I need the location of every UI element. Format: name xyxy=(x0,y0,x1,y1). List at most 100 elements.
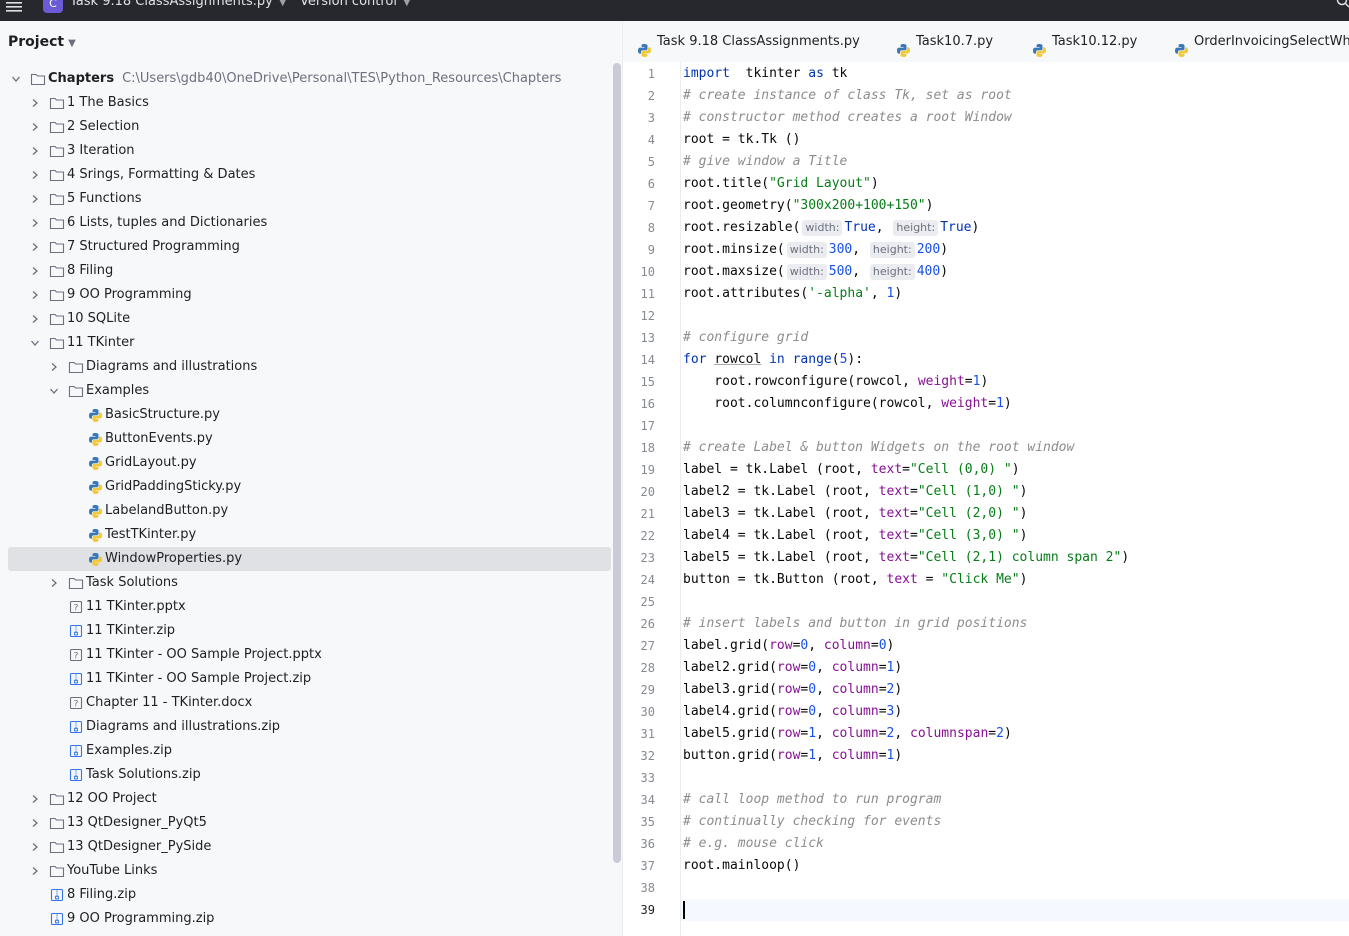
tree-scrollbar[interactable] xyxy=(613,63,621,863)
tree-item-folder[interactable]: 11 TKinter xyxy=(0,331,604,355)
code-line[interactable]: label3.grid(row=0, column=2) xyxy=(683,679,902,701)
tree-item-zip[interactable]: 11 TKinter.zip xyxy=(0,619,604,643)
project-switcher[interactable]: Task 9.18 ClassAssignments.py ▼ xyxy=(70,0,287,9)
tree-item-label: 10 SQLite xyxy=(67,307,130,331)
code-line[interactable]: root.geometry("300x200+100+150") xyxy=(683,195,933,217)
code-line[interactable]: root.attributes('-alpha', 1) xyxy=(683,283,902,305)
tree-item-unknown[interactable]: ? Chapter 11 - TKinter.docx xyxy=(0,691,604,715)
code-line[interactable]: # create Label & button Widgets on the r… xyxy=(683,437,1074,459)
code-line[interactable]: # constructor method creates a root Wind… xyxy=(683,107,1012,129)
hamburger-menu-icon[interactable] xyxy=(5,0,23,18)
tree-item-folder[interactable]: 6 Lists, tuples and Dictionaries xyxy=(0,211,604,235)
code-line[interactable]: # continually checking for events xyxy=(683,811,941,833)
tree-item-python[interactable]: BasicStructure.py xyxy=(0,403,604,427)
tree-item-python[interactable]: GridPaddingSticky.py xyxy=(0,475,604,499)
chevron-right-icon[interactable] xyxy=(29,283,41,307)
code-line[interactable]: # give window a Title xyxy=(683,151,847,173)
chevron-right-icon[interactable] xyxy=(29,187,41,211)
tree-item-python[interactable]: TestTKinter.py xyxy=(0,523,604,547)
chevron-down-icon[interactable] xyxy=(48,379,60,403)
chevron-right-icon[interactable] xyxy=(29,91,41,115)
tree-item-folder[interactable]: 13 QtDesigner_PySide xyxy=(0,835,604,859)
code-line[interactable]: root.maxsize(width: 500, height: 400) xyxy=(683,261,948,283)
chevron-right-icon[interactable] xyxy=(29,307,41,331)
tree-item-zip[interactable]: Examples.zip xyxy=(0,739,604,763)
search-icon[interactable] xyxy=(1336,0,1349,12)
code-line[interactable]: # configure grid xyxy=(683,327,808,349)
code-line[interactable]: root.rowconfigure(rowcol, weight=1) xyxy=(683,371,988,393)
tree-item-unknown[interactable]: ? 11 TKinter.pptx xyxy=(0,595,604,619)
tree-item-folder[interactable]: 5 Functions xyxy=(0,187,604,211)
tree-item-folder[interactable]: YouTube Links xyxy=(0,859,604,883)
tree-item-zip[interactable]: 8 Filing.zip xyxy=(0,883,604,907)
tree-item-folder[interactable]: 2 Selection xyxy=(0,115,604,139)
code-line[interactable]: root.resizable(width: True, height: True) xyxy=(683,217,979,239)
chevron-right-icon[interactable] xyxy=(48,355,60,379)
code-line[interactable]: import tkinter as tk xyxy=(683,63,847,85)
code-editor[interactable]: 1 2 3 4 5 6 7 8 9 10 11 12 13 14 15 16 17 18 19 20 21 22 23 24 2… xyxy=(623,62,1349,936)
chevron-right-icon[interactable] xyxy=(29,211,41,235)
code-text: label.grid( xyxy=(683,638,770,653)
tree-item-folder[interactable]: 10 SQLite xyxy=(0,307,604,331)
chevron-right-icon[interactable] xyxy=(29,115,41,139)
code-line[interactable]: button = tk.Button (root, text = "Click … xyxy=(683,569,1027,591)
tree-item-python[interactable]: LabelandButton.py xyxy=(0,499,604,523)
chevron-right-icon[interactable] xyxy=(48,571,60,595)
chevron-right-icon[interactable] xyxy=(29,259,41,283)
chevron-right-icon[interactable] xyxy=(29,139,41,163)
tree-item-python[interactable]: GridLayout.py xyxy=(0,451,604,475)
tree-item-python[interactable]: ButtonEvents.py xyxy=(0,427,604,451)
code-line[interactable]: for rowcol in range(5): xyxy=(683,349,863,371)
tree-item-zip[interactable]: Diagrams and illustrations.zip xyxy=(0,715,604,739)
code-line[interactable]: button.grid(row=1, column=1) xyxy=(683,745,902,767)
tree-item-folder[interactable]: 1 The Basics xyxy=(0,91,604,115)
tree-item-folder[interactable]: Examples xyxy=(0,379,604,403)
code-line[interactable]: root.title("Grid Layout") xyxy=(683,173,879,195)
code-line[interactable]: root.mainloop() xyxy=(683,855,800,877)
code-line[interactable]: label3 = tk.Label (root, text="Cell (2,0… xyxy=(683,503,1027,525)
code-line[interactable]: # create instance of class Tk, set as ro… xyxy=(683,85,1012,107)
tree-item-folder[interactable]: 9 OO Programming xyxy=(0,283,604,307)
code-line[interactable]: label2 = tk.Label (root, text="Cell (1,0… xyxy=(683,481,1027,503)
code-keyword-argument: text xyxy=(870,462,903,477)
chevron-down-icon[interactable] xyxy=(10,67,22,91)
tree-item-folder[interactable]: 13 QtDesigner_PyQt5 xyxy=(0,811,604,835)
code-line[interactable]: root = tk.Tk () xyxy=(683,129,800,151)
tree-item-python[interactable]: WindowProperties.py xyxy=(8,547,611,571)
tree-item-folder[interactable]: 7 Structured Programming xyxy=(0,235,604,259)
project-badge[interactable]: C xyxy=(43,0,63,13)
line-number: 38 xyxy=(640,881,655,895)
tree-item-folder[interactable]: 12 OO Project xyxy=(0,787,604,811)
chevron-right-icon[interactable] xyxy=(29,859,41,883)
chevron-right-icon[interactable] xyxy=(29,835,41,859)
chevron-right-icon[interactable] xyxy=(29,811,41,835)
code-line[interactable]: label4.grid(row=0, column=3) xyxy=(683,701,902,723)
tree-item-zip[interactable]: 9 OO Programming.zip xyxy=(0,907,604,931)
code-line[interactable]: label5 = tk.Label (root, text="Cell (2,1… xyxy=(683,547,1129,569)
code-line[interactable]: label = tk.Label (root, text="Cell (0,0)… xyxy=(683,459,1020,481)
tree-item-folder[interactable]: Chapters C:\Users\gdb40\OneDrive\Personal… xyxy=(0,67,604,91)
code-line[interactable]: # call loop method to run program xyxy=(683,789,941,811)
tree-item-unknown[interactable]: ? 11 TKinter - OO Sample Project.pptx xyxy=(0,643,604,667)
tree-item-folder[interactable]: 3 Iteration xyxy=(0,139,604,163)
project-panel-header[interactable]: Project ▼ xyxy=(8,34,76,50)
chevron-right-icon[interactable] xyxy=(29,235,41,259)
chevron-down-icon[interactable] xyxy=(29,331,41,355)
code-line[interactable]: # insert labels and button in grid posit… xyxy=(683,613,1027,635)
code-line[interactable]: label.grid(row=0, column=0) xyxy=(683,635,894,657)
tree-item-folder[interactable]: 4 Srings, Formatting & Dates xyxy=(0,163,604,187)
code-line[interactable]: label4 = tk.Label (root, text="Cell (3,0… xyxy=(683,525,1027,547)
chevron-right-icon[interactable] xyxy=(29,163,41,187)
chevron-right-icon[interactable] xyxy=(29,787,41,811)
tree-item-folder[interactable]: 8 Filing xyxy=(0,259,604,283)
code-line[interactable]: root.minsize(width: 300, height: 200) xyxy=(683,239,948,261)
tree-item-folder[interactable]: Diagrams and illustrations xyxy=(0,355,604,379)
tree-item-zip[interactable]: 11 TKinter - OO Sample Project.zip xyxy=(0,667,604,691)
version-control-menu[interactable]: Version control ▼ xyxy=(300,0,411,9)
code-line[interactable]: # e.g. mouse click xyxy=(683,833,824,855)
code-line[interactable]: label5.grid(row=1, column=2, columnspan=… xyxy=(683,723,1012,745)
code-line[interactable]: label2.grid(row=0, column=1) xyxy=(683,657,902,679)
tree-item-folder[interactable]: Task Solutions xyxy=(0,571,604,595)
code-line[interactable]: root.columnconfigure(rowcol, weight=1) xyxy=(683,393,1011,415)
tree-item-zip[interactable]: Task Solutions.zip xyxy=(0,763,604,787)
